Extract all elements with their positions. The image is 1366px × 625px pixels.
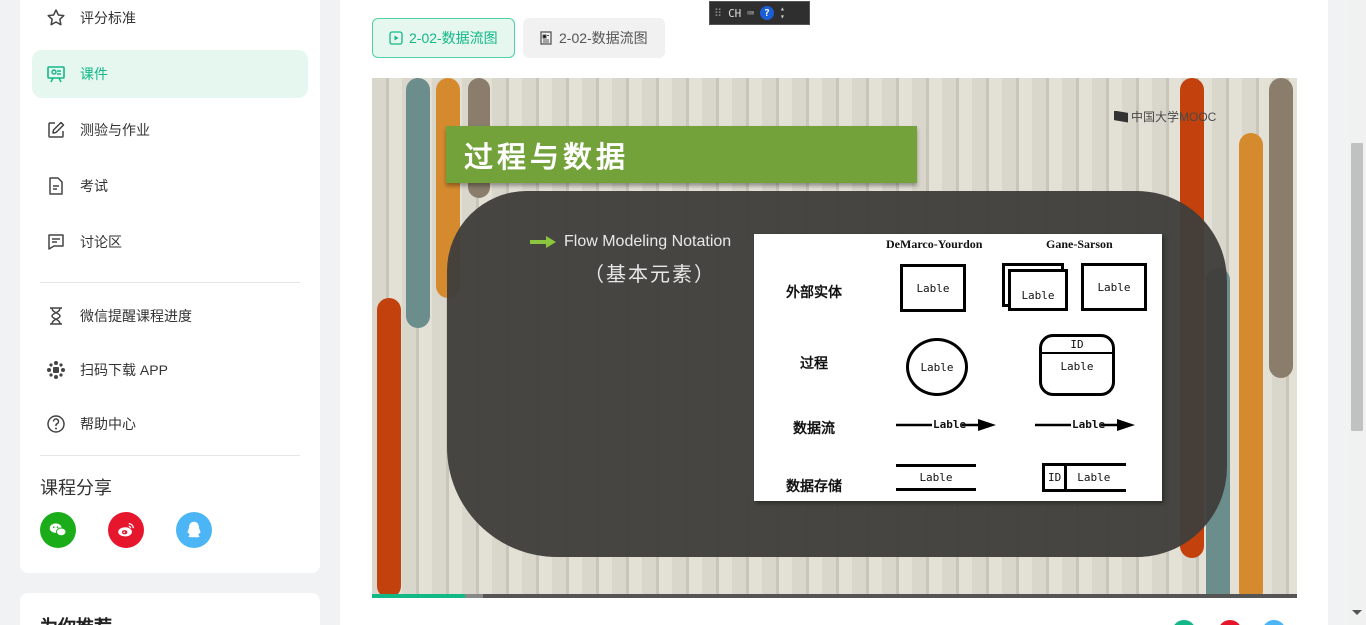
notation-table: DeMarco-Yourdon Gane-Sarson 外部实体 过程 数据流 …	[754, 234, 1162, 501]
nav-item-label: 测验与作业	[80, 122, 150, 138]
nav-item-label: 考试	[80, 178, 108, 194]
nav-item-label: 评分标准	[80, 10, 136, 26]
column-header-demarco: DeMarco-Yourdon	[886, 237, 983, 251]
tool-item-label: 微信提醒课程进度	[80, 308, 192, 324]
tab-document-lesson[interactable]: 2-02-数据流图	[523, 18, 665, 58]
process-symbol-demarco: Lable	[906, 338, 968, 396]
courseware-icon	[46, 64, 66, 84]
edit-icon	[46, 120, 66, 140]
data-store-symbol-gane: ID Lable	[1042, 463, 1126, 492]
nav-item-courseware[interactable]: 课件	[32, 50, 308, 98]
row-label-external-entity: 外部实体	[786, 285, 842, 301]
symbol-label: Lable	[1021, 288, 1055, 302]
symbol-label: Lable	[916, 281, 950, 295]
weibo-share-icon[interactable]	[108, 512, 144, 548]
hourglass-icon	[46, 306, 66, 326]
tab-video-lesson[interactable]: 2-02-数据流图	[372, 18, 515, 58]
entity-symbol-gane: Lable	[1081, 263, 1147, 311]
grip-icon: ⠿	[714, 6, 723, 20]
symbol-label: Lable	[1097, 280, 1131, 294]
mooc-watermark: 中国大学MOOC	[1114, 108, 1216, 125]
slide-heading: Flow Modeling Notation	[530, 233, 731, 251]
watermark-text: 中国大学MOOC	[1131, 110, 1217, 124]
symbol-label: Lable	[1077, 471, 1111, 484]
tool-item-label: 帮助中心	[80, 416, 136, 432]
recommend-card: 为你推荐	[20, 593, 320, 625]
play-icon	[389, 31, 403, 45]
nav-item-grading[interactable]: 评分标准	[32, 0, 308, 42]
row-label-data-store: 数据存储	[786, 479, 842, 495]
star-icon	[46, 8, 66, 28]
share-title: 课程分享	[40, 478, 112, 498]
help-icon[interactable]: ?	[759, 6, 774, 20]
qq-share-icon[interactable]	[176, 512, 212, 548]
nav-item-label: 课件	[80, 66, 108, 82]
entity-symbol-demarco: Lable	[900, 264, 966, 312]
arrow-right-icon	[530, 236, 556, 248]
document-icon	[540, 31, 552, 45]
symbol-label: Lable	[1072, 418, 1106, 431]
symbol-label: Lable	[920, 360, 954, 374]
ime-toolbar[interactable]: ⠿ CH ⌨ ? ▴ ▾	[709, 1, 810, 25]
process-id: ID	[1042, 337, 1112, 354]
column-header-gane-sarson: Gane-Sarson	[1046, 237, 1113, 251]
video-player[interactable]: 过程与数据 中国大学MOOC Flow Modeling Notation （基…	[372, 78, 1297, 596]
data-store-symbol-demarco: Lable	[896, 464, 976, 491]
decor-stick	[1239, 133, 1263, 596]
mooc-logo-icon	[1114, 110, 1128, 123]
slide-subheading: （基本元素）	[584, 264, 716, 286]
symbol-label: Lable	[933, 418, 967, 431]
row-label-process: 过程	[800, 356, 828, 372]
document-icon	[46, 176, 66, 196]
help-icon	[46, 414, 66, 434]
app-icon	[46, 360, 66, 380]
tool-item-help-center[interactable]: 帮助中心	[32, 400, 308, 448]
row-label-data-flow: 数据流	[793, 421, 835, 437]
nav-item-label: 讨论区	[80, 234, 122, 250]
video-progress-bar[interactable]	[372, 594, 1297, 598]
decor-stick	[406, 78, 430, 328]
sidebar-divider	[40, 455, 300, 456]
scrollbar-thumb[interactable]	[1351, 143, 1363, 431]
tool-item-wechat-reminder[interactable]: 微信提醒课程进度	[32, 292, 308, 340]
entity-symbol-gane-duplicate: Lable	[1008, 269, 1068, 311]
nav-item-discussion[interactable]: 讨论区	[32, 218, 308, 266]
tab-label: 2-02-数据流图	[409, 30, 498, 46]
slide-heading-text: Flow Modeling Notation	[564, 233, 732, 250]
wechat-share-icon[interactable]	[40, 512, 76, 548]
sidebar-divider	[40, 282, 300, 283]
keyboard-icon[interactable]: ⌨	[747, 7, 754, 20]
scroll-down-icon[interactable]	[1352, 610, 1362, 615]
course-sidebar: 评分标准 课件 测验与作业 考试 讨论区 微信提醒课程进度 扫码下载 APP 帮…	[20, 0, 320, 573]
store-id: ID	[1045, 466, 1068, 489]
played-bar	[372, 594, 465, 598]
ime-options-icon[interactable]: ▴ ▾	[780, 5, 785, 21]
symbol-label: Lable	[1060, 360, 1094, 373]
decor-stick	[377, 298, 401, 596]
decor-stick	[1269, 78, 1293, 378]
process-symbol-gane: ID Lable	[1039, 334, 1115, 396]
chat-icon	[46, 232, 66, 252]
nav-item-quiz-homework[interactable]: 测验与作业	[32, 106, 308, 154]
tool-item-label: 扫码下载 APP	[80, 362, 168, 378]
tab-label: 2-02-数据流图	[559, 30, 648, 46]
ime-language[interactable]: CH	[728, 7, 741, 20]
tool-item-download-app[interactable]: 扫码下载 APP	[32, 346, 308, 394]
recommend-title: 为你推荐	[40, 613, 112, 625]
symbol-label: Lable	[919, 471, 953, 484]
slide-title: 过程与数据	[446, 126, 917, 183]
nav-item-exam[interactable]: 考试	[32, 162, 308, 210]
